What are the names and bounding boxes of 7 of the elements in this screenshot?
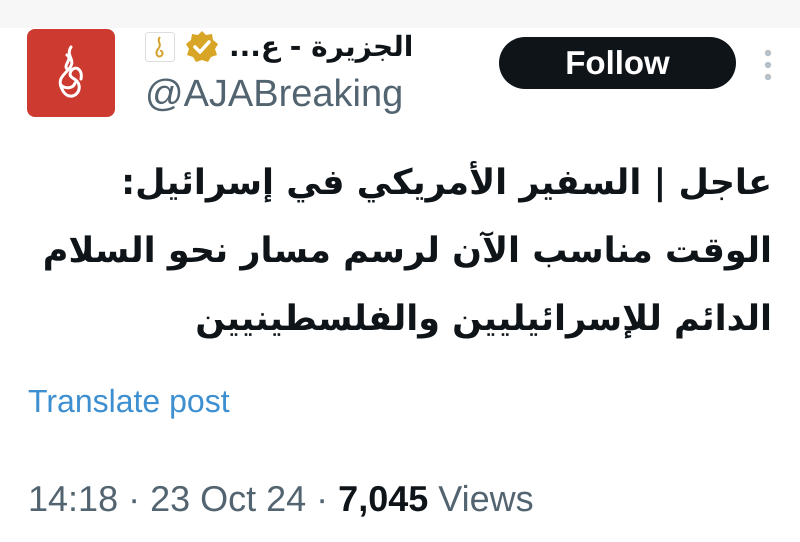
author-name: الجزيرة - ع...: [229, 29, 414, 65]
logo-icon: [145, 32, 175, 62]
post-metadata: 14:18 · 23 Oct 24 · 7,045 Views: [28, 477, 534, 521]
follow-button[interactable]: Follow: [499, 37, 736, 89]
post-text: عاجل | السفير الأمريكي في إسرائيل: الوقت مناسب الآن لرسم مسار نحو السلام الدائم للإسرائيليين والفلسطينيين: [42, 160, 772, 341]
author-handle: @AJABreaking: [145, 72, 404, 117]
avatar-logo-icon[interactable]: [27, 29, 115, 117]
